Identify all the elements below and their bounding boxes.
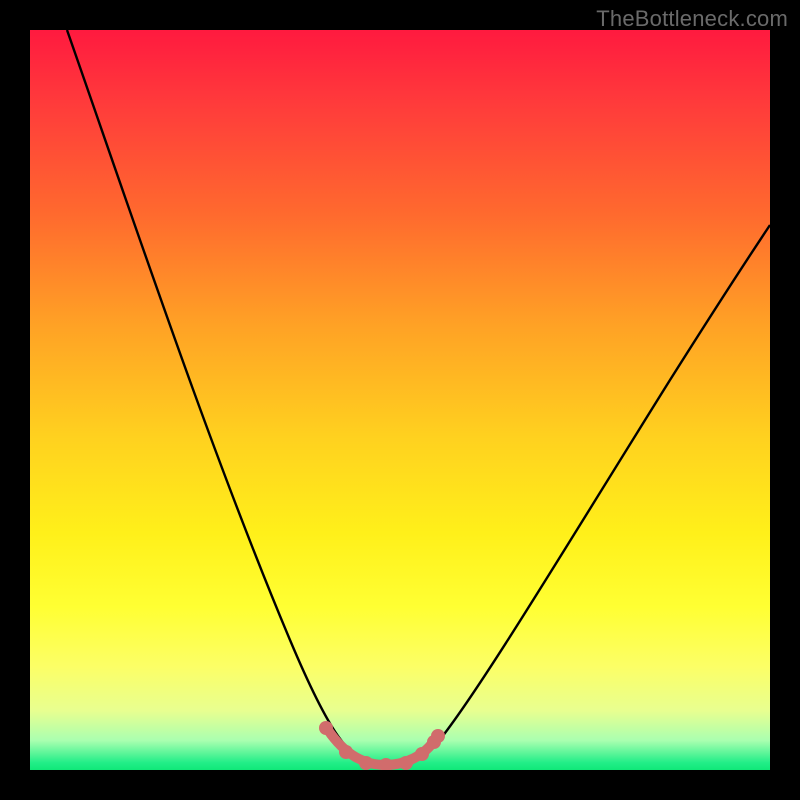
critical-dot	[415, 747, 429, 761]
critical-dot	[399, 756, 413, 770]
plot-area	[30, 30, 770, 770]
chart-overlay	[30, 30, 770, 770]
critical-dot	[339, 745, 353, 759]
chart-frame: TheBottleneck.com	[0, 0, 800, 800]
critical-dot	[431, 729, 445, 743]
critical-band	[319, 721, 445, 770]
critical-dot	[359, 756, 373, 770]
watermark-text: TheBottleneck.com	[596, 6, 788, 32]
critical-dot	[319, 721, 333, 735]
bottleneck-curve	[67, 30, 770, 766]
